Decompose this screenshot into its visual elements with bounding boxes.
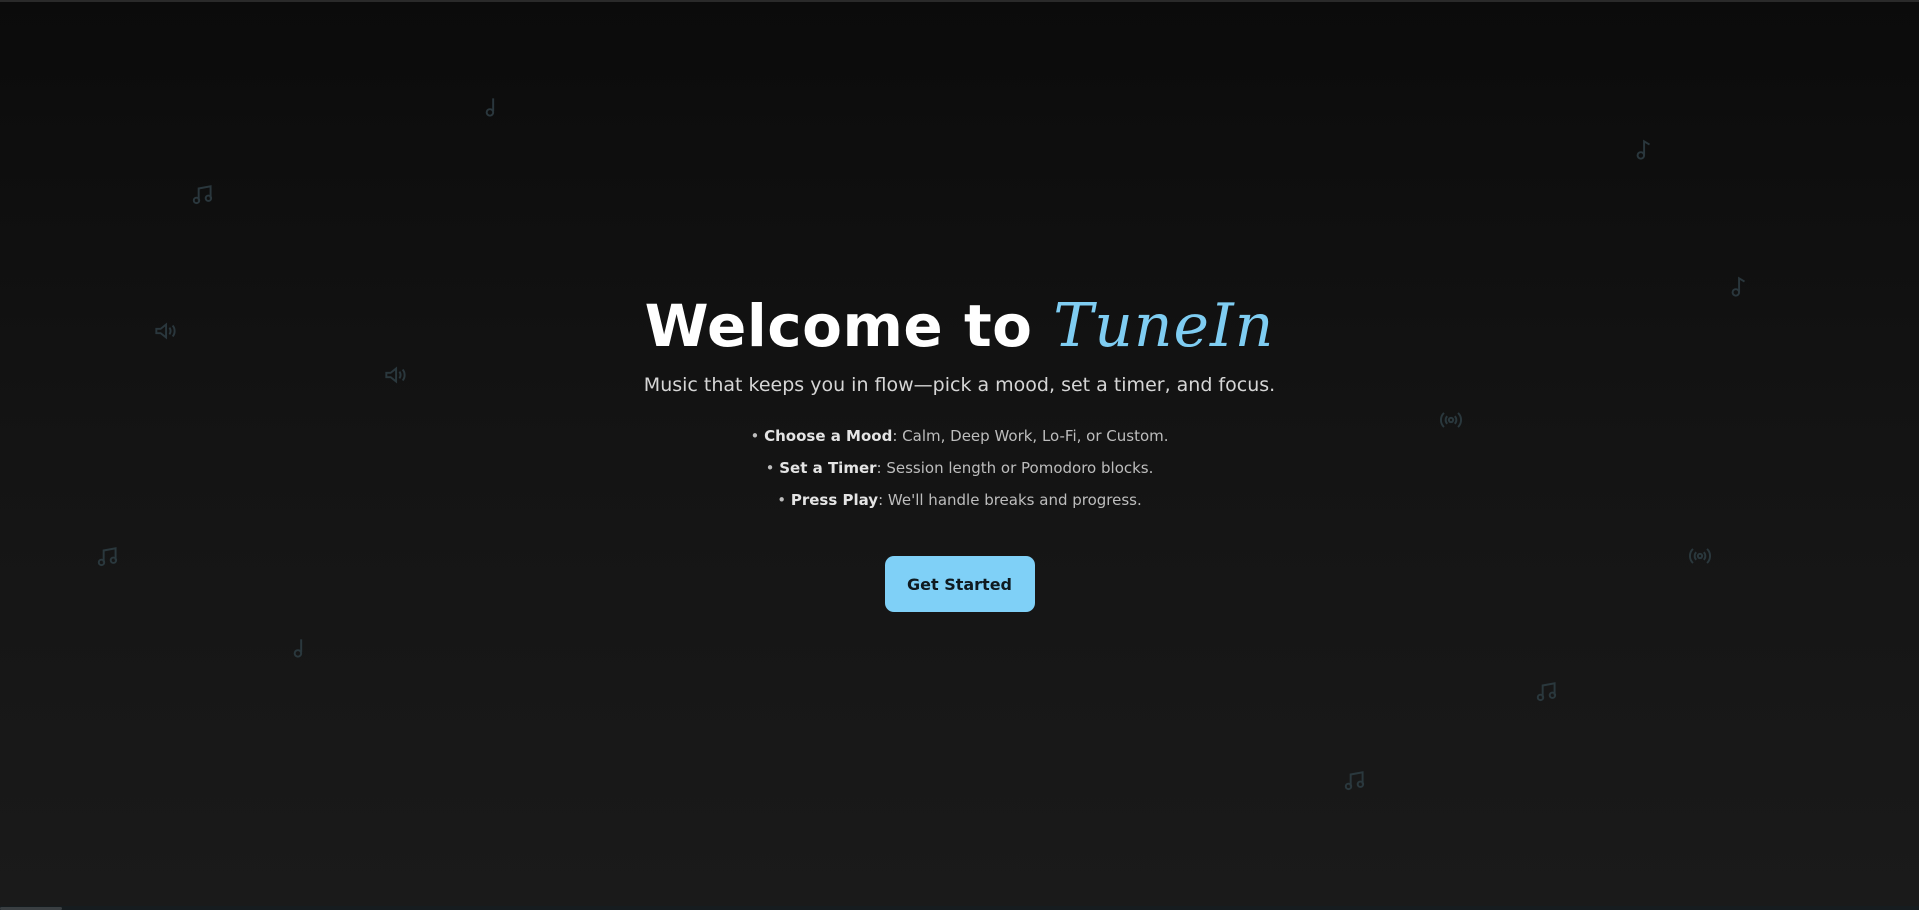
bottom-scrollbar[interactable] xyxy=(0,906,1919,910)
feature-bullet: • xyxy=(750,427,765,445)
hero-section: Welcome to TuneIn Music that keeps you i… xyxy=(0,290,1919,612)
feature-item-timer: • Set a Timer: Session length or Pomodor… xyxy=(0,452,1919,484)
feature-text: : Calm, Deep Work, Lo-Fi, or Custom. xyxy=(892,427,1169,445)
feature-bullet: • xyxy=(777,491,791,509)
feature-text: : Session length or Pomodoro blocks. xyxy=(876,459,1154,477)
feature-label: Choose a Mood xyxy=(764,427,893,445)
feature-item-mood: • Choose a Mood: Calm, Deep Work, Lo-Fi,… xyxy=(0,420,1919,452)
window-top-border xyxy=(0,0,1919,2)
brand-name: TuneIn xyxy=(1053,291,1275,361)
get-started-button[interactable]: Get Started xyxy=(884,556,1035,612)
feature-label: Press Play xyxy=(790,491,879,509)
feature-label: Set a Timer xyxy=(779,459,877,477)
music-note-icon xyxy=(286,635,312,661)
music-notes-icon xyxy=(1342,768,1368,794)
feature-list: • Choose a Mood: Calm, Deep Work, Lo-Fi,… xyxy=(0,420,1919,516)
music-notes-icon xyxy=(190,182,216,208)
hero-subtitle: Music that keeps you in flow—pick a mood… xyxy=(643,374,1276,396)
music-note-icon xyxy=(478,94,504,120)
title-prefix: Welcome to xyxy=(644,292,1054,360)
feature-bullet: • xyxy=(765,459,780,477)
feature-text: : We'll handle breaks and progress. xyxy=(878,491,1142,509)
music-note-icon xyxy=(1630,137,1656,163)
page-title: Welcome to TuneIn xyxy=(0,290,1919,362)
music-notes-icon xyxy=(1534,679,1560,705)
feature-item-play: • Press Play: We'll handle breaks and pr… xyxy=(0,484,1919,516)
